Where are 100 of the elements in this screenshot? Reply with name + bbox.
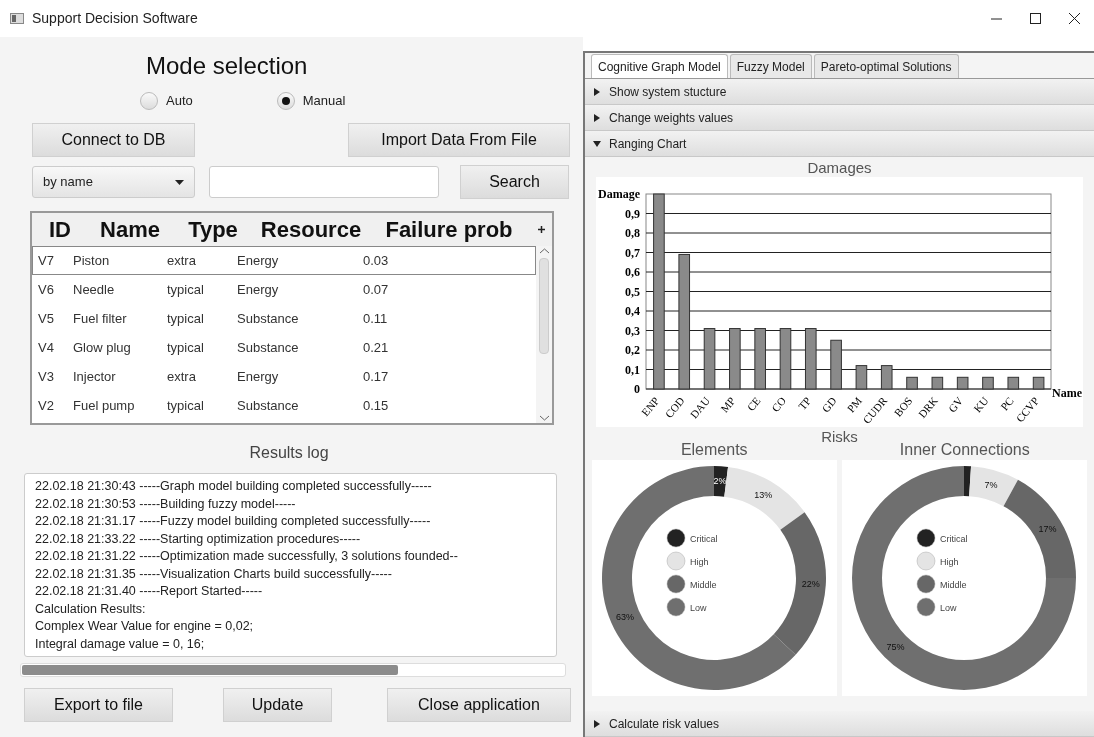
table-cell-text: Energy xyxy=(237,367,280,386)
slice-label: 7% xyxy=(984,479,998,490)
log-line: 22.02.18 21:31.17 -----Fuzzy model building completed successfully----- xyxy=(35,513,432,530)
table-cell-text: Energy xyxy=(237,280,280,299)
slice-label: 22% xyxy=(801,579,820,590)
table-cell-text: Needle xyxy=(72,280,116,299)
chart-title: Damages xyxy=(807,159,872,177)
bar xyxy=(804,328,817,390)
table-cell-text: V2 xyxy=(37,396,55,415)
filter-dropdown[interactable]: by name xyxy=(32,166,195,198)
triangle-right-icon xyxy=(593,87,601,96)
legend-dot xyxy=(666,597,685,617)
scrollbar[interactable] xyxy=(536,246,552,423)
plus-icon[interactable] xyxy=(538,226,545,233)
tab[interactable]: Fuzzy Model xyxy=(729,54,812,78)
table-cell-text: 0.15 xyxy=(363,396,390,415)
table-cell-text: Fuel filter xyxy=(72,309,128,328)
table-cell-text: typical xyxy=(167,309,205,328)
column-header[interactable]: ID xyxy=(38,213,82,246)
legend-label: Low xyxy=(689,603,707,613)
update-button[interactable]: Update xyxy=(223,688,332,722)
legend-dot xyxy=(917,528,936,548)
table-cell-text: Glow plug xyxy=(72,338,132,357)
tab[interactable]: Cognitive Graph Model xyxy=(591,54,728,78)
search-field[interactable] xyxy=(209,166,439,198)
x-tick-label: MP xyxy=(717,394,738,415)
column-header[interactable]: Failure prob xyxy=(374,213,524,246)
triangle-down-icon xyxy=(593,139,601,148)
section-header[interactable]: Change weights values xyxy=(585,105,1094,131)
table-row[interactable]: V2 Fuel pump typical Substance 0.15 xyxy=(32,391,536,420)
risks-title: Risks xyxy=(821,428,858,446)
column-header[interactable]: Type xyxy=(178,213,248,246)
bar xyxy=(880,365,893,390)
x-tick-label: GV xyxy=(945,394,966,415)
table-cell-text: V3 xyxy=(37,367,55,386)
legend-label: Middle xyxy=(940,580,967,590)
close-application-button[interactable]: Close application xyxy=(387,688,571,722)
bar xyxy=(982,376,994,390)
table-cell-text: 0.21 xyxy=(363,338,390,357)
caret-icon xyxy=(175,179,184,185)
table-cell-text: V5 xyxy=(37,309,55,328)
table-row[interactable]: V7 Piston extra Energy 0.03 xyxy=(32,246,536,275)
table-cell-text: typical xyxy=(167,338,205,357)
legend-dot xyxy=(666,574,685,594)
bar xyxy=(754,328,766,390)
table-cell-text: Substance xyxy=(237,309,300,328)
legend-dot xyxy=(666,551,685,571)
x-tick-label: GD xyxy=(819,394,839,415)
tab[interactable]: Pareto-optimal Solutions xyxy=(813,54,959,78)
x-tick-label: CE xyxy=(744,394,763,414)
y-tick-label: 0,1 xyxy=(625,362,640,377)
section-header[interactable]: Ranging Chart xyxy=(585,131,1094,157)
radio-button[interactable]: Auto xyxy=(140,91,193,111)
y-tick-label: 0,9 xyxy=(625,206,640,221)
log-line: Integral damage value = 0, 16; xyxy=(35,635,206,653)
log-line: 22.02.18 21:31.35 -----Visualization Charts build successfully----- xyxy=(35,565,393,583)
bar xyxy=(729,328,741,390)
scroll-up-icon[interactable] xyxy=(539,248,549,254)
close-icon[interactable] xyxy=(1069,13,1080,24)
table-cell-text: Substance xyxy=(237,338,300,357)
table-row[interactable]: V6 Needle typical Energy 0.07 xyxy=(32,275,536,304)
maximize-icon[interactable] xyxy=(1030,13,1041,24)
section-header[interactable]: Calculate risk values xyxy=(585,711,1094,737)
export-button[interactable]: Export to file xyxy=(24,688,173,722)
scroll-down-icon[interactable] xyxy=(539,415,549,421)
column-header[interactable]: Resource xyxy=(248,213,374,246)
bar xyxy=(830,339,842,390)
y-tick-label: 0,4 xyxy=(625,304,640,318)
bar xyxy=(779,328,792,390)
table-cell-text: Injector xyxy=(72,367,117,386)
log-line: 22.02.18 21:33.22 -----Starting optimization procedures----- xyxy=(35,530,362,548)
log-line: 22.02.18 21:31.40 -----Report Started----- xyxy=(35,583,264,600)
table-row[interactable]: V3 Injector extra Energy 0.17 xyxy=(32,362,536,391)
y-tick-label: 0 xyxy=(634,382,640,396)
connect-button[interactable]: Connect to DB xyxy=(32,123,195,157)
horizontal-scrollbar[interactable] xyxy=(20,663,566,677)
legend-label: Critical xyxy=(689,534,718,544)
log-line: 22.02.18 21:30:53 -----Building fuzzy model----- xyxy=(35,495,297,513)
import-button[interactable]: Import Data From File xyxy=(348,123,570,157)
table-cell-text: 0.11 xyxy=(363,309,389,328)
y-tick-label: 0,3 xyxy=(625,323,640,338)
legend-label: Middle xyxy=(689,580,717,590)
table-cell-text: Substance xyxy=(237,396,300,415)
table-cell-text: extra xyxy=(167,251,197,270)
y-axis-title: Damage xyxy=(598,187,640,201)
y-tick-label: 0,5 xyxy=(625,284,640,299)
radio-button[interactable]: Manual xyxy=(276,91,346,111)
slice-label: 2% xyxy=(713,476,727,487)
bar xyxy=(703,328,716,390)
table-cell-text: typical xyxy=(167,396,205,415)
table-cell-text: 0.17 xyxy=(363,367,390,386)
table-cell-text: Piston xyxy=(72,251,111,270)
table-row[interactable]: V5 Fuel filter typical Substance 0.11 xyxy=(32,304,536,333)
legend-label: High xyxy=(940,557,959,567)
bar xyxy=(855,365,868,390)
search-button[interactable]: Search xyxy=(460,165,569,199)
column-header[interactable]: Name xyxy=(82,213,178,246)
mode-title: Mode selection xyxy=(146,51,309,81)
table-row[interactable]: V4 Glow plug typical Substance 0.21 xyxy=(32,333,536,362)
section-header[interactable]: Show system stucture xyxy=(585,79,1094,105)
